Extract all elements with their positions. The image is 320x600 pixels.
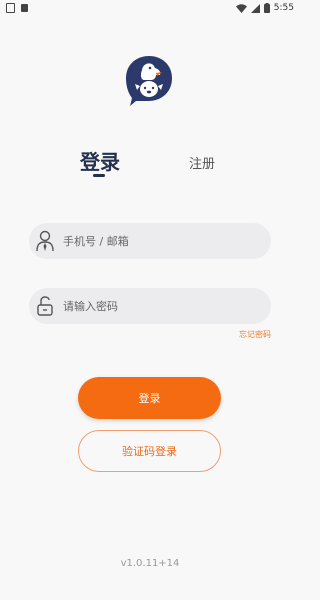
app-a-icon (21, 4, 28, 12)
app-logo-icon (126, 56, 172, 106)
account-input[interactable] (61, 233, 255, 249)
battery-icon (263, 3, 270, 13)
status-bar: 5:55 (0, 0, 300, 16)
password-field[interactable] (29, 288, 271, 324)
status-time: 5:55 (273, 3, 294, 13)
notification-square-icon (6, 3, 15, 13)
user-icon (35, 229, 55, 253)
status-bar-left (6, 3, 28, 13)
auth-tabs: 登录 注册 (0, 146, 300, 186)
lock-icon (35, 294, 55, 318)
code-login-button[interactable]: 验证码登录 (78, 430, 221, 472)
tab-register[interactable]: 注册 (189, 153, 215, 172)
login-button[interactable]: 登录 (78, 377, 221, 419)
wifi-icon (235, 3, 247, 13)
status-bar-right: 5:55 (235, 3, 294, 13)
tab-active-indicator (93, 174, 105, 177)
app-version: v1.0.11+14 (120, 558, 180, 569)
forgot-password-link[interactable]: 忘记密码 (239, 329, 271, 340)
tab-login[interactable]: 登录 (80, 146, 120, 175)
account-field[interactable] (29, 223, 271, 259)
signal-icon (250, 3, 260, 13)
password-input[interactable] (61, 298, 255, 314)
